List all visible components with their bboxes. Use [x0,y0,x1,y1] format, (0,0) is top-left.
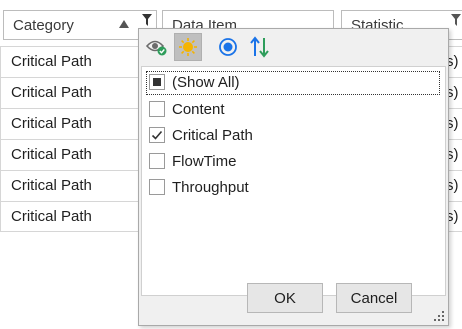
cell-text: Critical Path [11,208,92,225]
list-item[interactable]: FlowTime [146,150,440,174]
category-cell[interactable]: Critical Path [0,109,160,139]
filter-value-list[interactable]: (Show All) Content Critical Path FlowTim… [141,66,446,296]
cell-text: Critical Path [11,84,92,101]
list-item-label: FlowTime [172,153,237,170]
resize-grip-icon[interactable] [433,310,445,322]
list-item[interactable]: Throughput [146,176,440,200]
list-item-label: Critical Path [172,127,253,144]
column-header-label: Category [13,17,74,34]
radio-icon[interactable] [214,33,242,61]
cell-text: Critical Path [11,146,92,163]
list-item-label: Throughput [172,179,249,196]
checkbox-checked[interactable] [149,127,165,143]
list-item[interactable]: Content [146,98,440,122]
cell-text: Critical Path [11,53,92,70]
filter-icon[interactable] [451,14,461,26]
cell-text: Critical Path [11,177,92,194]
sun-icon[interactable] [174,33,202,61]
sort-ascending-icon[interactable] [119,20,129,28]
checkbox[interactable] [149,153,165,169]
category-cell[interactable]: Critical Path [0,140,160,170]
checkbox-indeterminate[interactable] [149,74,165,90]
category-cell[interactable]: Critical Path [0,47,160,77]
eye-check-icon[interactable] [143,33,171,61]
category-cell[interactable]: Critical Path [0,202,160,232]
filter-popup: (Show All) Content Critical Path FlowTim… [138,28,449,326]
checkbox[interactable] [149,179,165,195]
list-item[interactable]: (Show All) [146,71,440,95]
category-cell[interactable]: Critical Path [0,171,160,201]
sort-arrows-icon[interactable] [246,33,274,61]
checkbox[interactable] [149,101,165,117]
list-item-label: (Show All) [172,74,240,91]
column-header-category[interactable]: Category [3,10,157,40]
popup-footer: OK Cancel [139,283,448,325]
cancel-button[interactable]: Cancel [336,283,412,313]
filter-toolbar [139,29,448,65]
list-item[interactable]: Critical Path [146,124,440,148]
category-cell[interactable]: Critical Path [0,78,160,108]
list-item-label: Content [172,101,225,118]
filter-icon[interactable] [142,14,152,26]
cell-text: Critical Path [11,115,92,132]
check-icon [151,130,163,140]
ok-button[interactable]: OK [247,283,323,313]
